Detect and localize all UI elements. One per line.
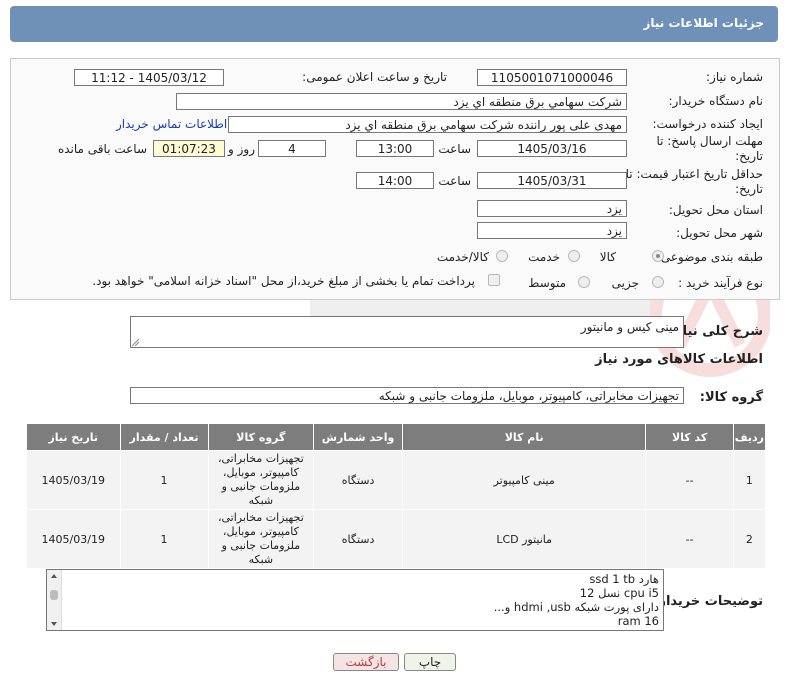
buyer-notes-label: توضیحات خریدار: <box>653 594 763 609</box>
city-field: یزد <box>477 222 627 239</box>
row-code: -- <box>645 450 734 510</box>
announce-field: 1405/03/12 - 11:12 <box>74 69 224 86</box>
category-goods-label: کالا <box>599 250 616 264</box>
validity-time-field: 14:00 <box>356 172 434 189</box>
title-bar: جزئیات اطلاعات نیاز <box>10 6 778 42</box>
row-name: مینی کامپیوتر <box>401 450 647 510</box>
col-qty: تعداد / مقدار <box>119 423 209 451</box>
buyer-notes-line: cpu i5 نسل 12 <box>579 586 659 600</box>
process-medium-label: متوسط <box>528 276 566 290</box>
remaining-label: ساعت باقی مانده <box>57 142 147 156</box>
category-service-radio[interactable] <box>568 250 580 262</box>
row-index: 1 <box>732 450 767 510</box>
category-label: طبقه بندی موضوعی: <box>656 250 763 264</box>
process-partial-radio[interactable] <box>652 276 664 288</box>
treasury-payment-checkbox[interactable] <box>488 274 500 286</box>
days-field: 4 <box>258 140 326 157</box>
scrollbar-arrows-icon <box>50 574 58 626</box>
reply-time-field: 13:00 <box>356 140 434 157</box>
col-unit: واحد شمارش <box>313 423 403 451</box>
days-label: روز و <box>228 142 255 156</box>
row-name: مانیتور LCD <box>401 509 647 569</box>
col-group: گروه کالا <box>207 423 315 451</box>
buyer-contact-link[interactable]: اطلاعات تماس خریدار <box>116 117 227 131</box>
goods-info-title: اطلاعات کالاهای مورد نیاز <box>595 352 763 367</box>
buyer-notes-line: دارای پورت شبکه hdmi ,usb و... <box>493 600 659 614</box>
row-group: تجهیزات مخابراتی، کامپیوتر، موبایل، ملزو… <box>207 450 315 510</box>
back-button[interactable]: بازگشت <box>333 653 399 671</box>
process-label: نوع فرآیند خرید : <box>678 276 763 290</box>
col-name: نام کالا <box>401 423 647 451</box>
summary-field: مینی کیس و مانیتور <box>130 316 684 348</box>
creator-field: مهدی علی پور راننده شرکت سهامي برق منطقه… <box>228 116 627 133</box>
row-code: -- <box>645 509 734 569</box>
remaining-time-field: 01:07:23 <box>153 140 225 157</box>
category-service-label: خدمت <box>528 250 560 264</box>
category-goods-radio[interactable] <box>652 250 664 262</box>
buyer-org-label: نام دستگاه خریدار: <box>668 94 764 108</box>
creator-label: ایجاد کننده درخواست: <box>652 117 763 131</box>
province-label: استان محل تحویل: <box>668 203 763 217</box>
row-group: تجهیزات مخابراتی، کامپیوتر، موبایل، ملزو… <box>207 509 315 569</box>
validity-time-label: ساعت <box>438 174 471 188</box>
announce-label: تاریخ و ساعت اعلان عمومی: <box>302 70 447 84</box>
process-medium-radio[interactable] <box>578 276 590 288</box>
row-date: 1405/03/19 <box>26 509 121 569</box>
validity-label: حداقل تاریخ اعتبار قیمت: تا تاریخ: <box>625 167 763 196</box>
print-button[interactable]: چاپ <box>404 653 456 671</box>
process-partial-label: جزیی <box>611 276 639 290</box>
row-qty: 1 <box>119 450 209 510</box>
payment-note: پرداخت تمام یا بخشی از مبلغ خرید،از محل … <box>92 274 475 288</box>
row-unit: دستگاه <box>313 450 403 510</box>
need-number-label: شماره نیاز: <box>706 70 763 84</box>
row-date: 1405/03/19 <box>26 450 121 510</box>
row-unit: دستگاه <box>313 509 403 569</box>
reply-deadline-label: مهلت ارسال پاسخ: تا تاریخ: <box>656 134 763 163</box>
reply-date-field: 1405/03/16 <box>477 140 627 157</box>
col-index: ردیف <box>732 423 767 451</box>
reply-time-label: ساعت <box>438 142 471 156</box>
goods-group-label: گروه کالا: <box>699 390 763 405</box>
buyer-notes-line: هارد ssd 1 tb <box>589 572 659 586</box>
goods-group-field: تجهیزات مخابراتی، کامپیوتر، موبایل، ملزو… <box>130 387 684 404</box>
table-header-row: ردیف کد کالا نام کالا واحد شمارش گروه کا… <box>26 423 767 451</box>
table-row: 2 -- مانیتور LCD دستگاه تجهیزات مخابراتی… <box>26 509 767 569</box>
buyer-notes-field[interactable]: هارد ssd 1 tb cpu i5 نسل 12 دارای پورت ش… <box>46 569 664 631</box>
col-code: کد کالا <box>645 423 734 451</box>
category-goods-service-label: کالا/خدمت <box>436 250 489 264</box>
resize-grip-icon <box>131 338 140 347</box>
need-number-field: 1105001071000046 <box>477 69 627 86</box>
table-row: 1 -- مینی کامپیوتر دستگاه تجهیزات مخابرا… <box>26 450 767 510</box>
buyer-org-field: شرکت سهامي برق منطقه اي يزد <box>176 93 627 110</box>
col-date: تاریخ نیاز <box>26 423 121 451</box>
row-index: 2 <box>732 509 767 569</box>
city-label: شهر محل تحویل: <box>676 226 763 240</box>
buyer-notes-line: ram 16 <box>617 614 659 628</box>
goods-table: ردیف کد کالا نام کالا واحد شمارش گروه کا… <box>26 423 767 569</box>
validity-date-field: 1405/03/31 <box>477 172 627 189</box>
province-field: یزد <box>477 200 627 217</box>
page-title: جزئیات اطلاعات نیاز <box>643 16 764 30</box>
category-goods-service-radio[interactable] <box>496 250 508 262</box>
notes-scrollbar[interactable] <box>47 570 62 630</box>
row-qty: 1 <box>119 509 209 569</box>
